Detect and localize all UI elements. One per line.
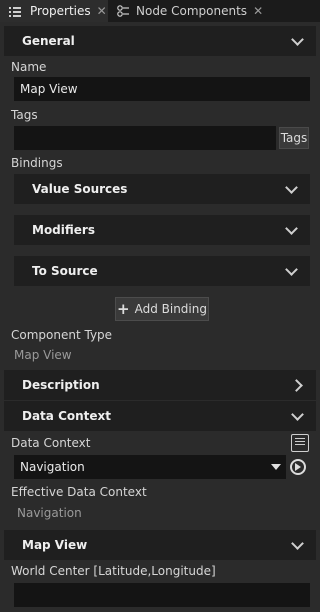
close-icon[interactable]: ✕ [253,5,263,17]
tab-bar: Properties ✕ Node Components ✕ [0,0,320,22]
properties-icon [8,4,22,18]
binding-group-title: Modifiers [32,223,95,237]
tab-label: Node Components [136,4,248,18]
data-context-label: Data Context [11,436,91,450]
plus-icon: + [117,299,130,318]
section-title: Description [22,378,100,392]
data-context-list-icon[interactable] [291,434,309,452]
component-type-label: Component Type [11,328,113,342]
binding-group-value-sources[interactable]: Value Sources [14,174,310,204]
component-type-value: Map View [14,348,72,362]
chevron-down-icon [290,408,306,424]
add-binding-label: Add Binding [134,302,207,316]
name-label: Name [11,60,47,74]
binding-group-title: Value Sources [32,182,128,196]
chevron-down-icon [290,537,306,553]
chevron-right-icon [290,377,306,393]
data-context-value: Navigation [20,460,85,474]
tab-properties[interactable]: Properties ✕ [0,0,108,22]
binding-group-modifiers[interactable]: Modifiers [14,215,310,245]
tags-label: Tags [11,108,38,122]
chevron-down-icon [290,33,306,49]
world-center-label: World Center [Latitude,Longitude] [11,564,216,578]
tags-button[interactable]: Tags [279,127,309,149]
chevron-down-icon [284,263,300,279]
world-center-input[interactable] [14,583,310,607]
bindings-label: Bindings [11,156,63,170]
node-components-icon [116,4,130,18]
section-map-view[interactable]: Map View [4,530,316,560]
binding-group-title: To Source [32,264,98,278]
binding-group-to-source[interactable]: To Source [14,256,310,286]
section-data-context[interactable]: Data Context [4,401,316,431]
dropdown-caret-icon [271,464,281,470]
section-general[interactable]: General [4,26,316,56]
chevron-down-icon [284,222,300,238]
tab-label: Properties [30,4,91,18]
effective-data-context-value: Navigation [17,506,82,520]
chevron-down-icon [284,181,300,197]
add-binding-button[interactable]: + Add Binding [115,297,209,321]
effective-data-context-label: Effective Data Context [11,485,147,499]
name-input[interactable]: Map View [14,77,310,101]
section-title: Data Context [22,409,112,423]
tags-input[interactable] [14,126,276,150]
section-title: General [22,34,75,48]
section-title: Map View [22,538,88,552]
tab-node-components[interactable]: Node Components ✕ [112,0,263,22]
close-icon[interactable]: ✕ [97,5,107,17]
go-to-data-context-icon[interactable] [290,459,306,475]
section-description[interactable]: Description [4,370,316,400]
data-context-dropdown[interactable]: Navigation [14,455,286,479]
